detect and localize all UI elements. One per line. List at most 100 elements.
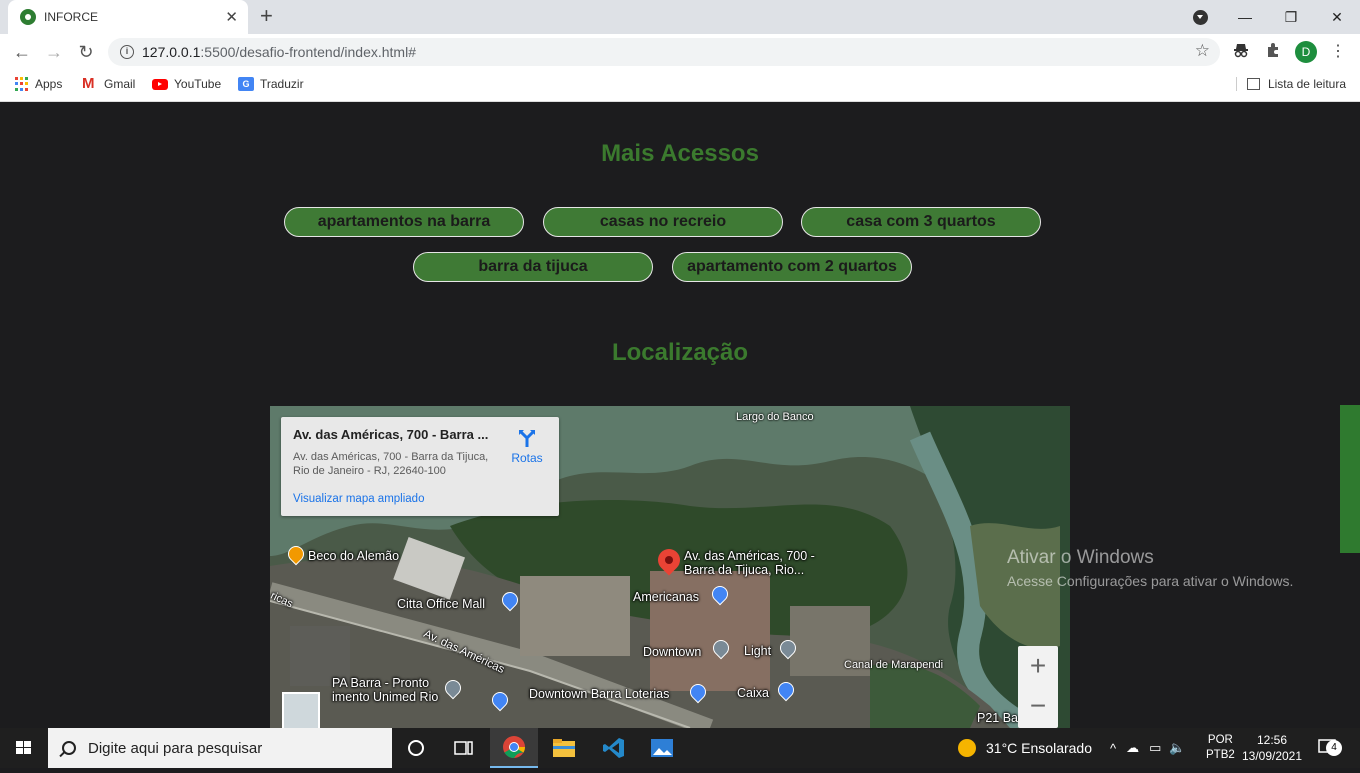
map-info-card: Av. das Américas, 700 - Barra ... Av. da… [281,417,559,516]
street-view-pegman-icon[interactable] [282,692,320,728]
browser-tab[interactable]: INFORCE ✕ [8,0,248,34]
site-info-icon[interactable]: i [120,45,134,59]
reading-list-label: Lista de leitura [1267,77,1346,91]
weather-text: 31°C Ensolarado [986,740,1092,756]
bookmark-star-icon[interactable]: ☆ [1195,41,1210,61]
tab-title: INFORCE [44,10,98,24]
embedded-map[interactable]: Av. das Américas, 700 - Barra ... Av. da… [270,406,1070,728]
new-tab-button[interactable]: + [260,4,273,28]
map-label-marker: Av. das Américas, 700 - Barra da Tijuca,… [684,549,815,577]
back-arrow-icon[interactable]: ← [10,40,34,64]
reload-icon[interactable]: ↻ [74,40,98,64]
browser-toolbar: ← → ↻ i 127.0.0.1:5500/desafio-frontend/… [0,34,1360,70]
notifications-button[interactable]: 4 [1318,728,1342,768]
map-label-citta: Citta Office Mall [397,597,485,611]
restore-icon[interactable]: ❐ [1268,9,1314,26]
weather-widget[interactable]: 31°C Ensolarado [958,728,1092,768]
volume-icon[interactable]: 🔈 [1169,740,1185,756]
tray-icons: ^ ☁ ▭ 🔈 [1110,728,1186,768]
windows-taskbar: Digite aqui para pesquisar 31°C Ensolara… [0,728,1360,768]
extensions-puzzle-icon[interactable] [1263,42,1283,62]
watermark-line2: Acesse Configurações para ativar o Windo… [1007,573,1294,589]
map-label-loterias: Downtown Barra Loterias [529,687,670,701]
vscode-icon[interactable] [590,728,638,768]
lang-line2: PTB2 [1206,749,1235,761]
bookmarks-bar: Apps Gmail YouTube G Traduzir Lista de l… [0,70,1360,102]
youtube-icon [152,78,168,90]
apps-grid-icon [15,77,29,91]
access-title: Mais Acessos [601,140,759,167]
cloud-icon[interactable]: ☁ [1126,740,1139,756]
file-explorer-icon[interactable] [540,728,588,768]
access-link[interactable]: apartamento com 2 quartos [672,252,912,282]
map-card-title: Av. das Américas, 700 - Barra ... [293,427,489,442]
map-label-downtown: Downtown [643,645,702,659]
directions-button[interactable]: Rotas [507,427,547,465]
bookmark-label: Apps [35,77,63,91]
access-link[interactable]: casa com 3 quartos [801,207,1041,237]
close-window-icon[interactable]: ✕ [1314,9,1360,26]
bookmark-label: YouTube [174,77,222,91]
cortana-icon[interactable] [392,728,440,768]
bookmark-label: Gmail [104,77,136,91]
bookmark-youtube[interactable]: YouTube [152,77,221,91]
map-label-americanas: Americanas [633,590,699,604]
lang-line1: POR [1207,734,1233,746]
chevron-up-icon[interactable]: ^ [1110,741,1116,756]
activation-watermark: Ativar o Windows Acesse Configurações pa… [1007,547,1293,589]
search-icon [62,741,76,755]
clock-date: 13/09/2021 [1241,749,1303,763]
map-label-largo: Largo do Banco [736,411,814,423]
chrome-taskbar-icon[interactable] [490,728,538,768]
map-label-caixa: Caixa [737,686,769,700]
bookmark-label: Traduzir [260,77,304,91]
reading-list-icon [1246,78,1260,90]
bookmark-apps[interactable]: Apps [15,77,62,91]
watermark-line1: Ativar o Windows [1007,547,1154,568]
access-link[interactable]: barra da tijuca [413,252,653,282]
network-icon[interactable]: ▭ [1149,740,1161,756]
address-bar[interactable]: i 127.0.0.1:5500/desafio-frontend/index.… [108,38,1220,66]
site-favicon-icon [20,9,36,25]
map-label-unimed: imento Unimed Rio [332,690,439,704]
taskbar-search-box[interactable]: Digite aqui para pesquisar [48,728,392,768]
minimize-icon[interactable]: — [1222,9,1268,25]
search-placeholder: Digite aqui para pesquisar [88,739,263,757]
map-label-pa: PA Barra - Pronto [332,676,430,690]
task-view-icon[interactable] [440,728,488,768]
url-host: 127.0.0.1 [142,44,201,60]
map-label-p21: P21 Ba [977,711,1019,725]
zoom-in-button[interactable]: + [1018,646,1058,686]
close-tab-icon[interactable]: ✕ [225,8,238,26]
forward-arrow-icon[interactable]: → [42,40,66,64]
url-path: :5500/desafio-frontend/index.html# [200,44,416,60]
photos-icon[interactable] [638,728,686,768]
zoom-out-button[interactable]: − [1018,686,1058,726]
tab-search-icon[interactable] [1193,10,1208,25]
language-indicator[interactable]: POR PTB2 [1206,728,1235,768]
map-zoom-control: + − [1018,646,1058,728]
side-green-tab[interactable] [1340,405,1360,553]
view-larger-map-link[interactable]: Visualizar mapa ampliado [293,493,424,505]
windows-start-icon[interactable] [0,728,48,768]
browser-tab-bar: INFORCE ✕ + — ❐ ✕ [0,0,1360,34]
map-label-light: Light [744,644,772,658]
profile-avatar[interactable]: D [1295,41,1317,63]
bookmark-traduzir[interactable]: G Traduzir [238,77,304,91]
translate-icon: G [238,77,254,91]
location-title: Localização [611,339,749,366]
menu-kebab-icon[interactable]: ⋮ [1330,40,1346,64]
reading-list-button[interactable]: Lista de leitura [1235,77,1346,91]
directions-icon [518,429,536,447]
sun-icon [958,739,976,757]
access-link[interactable]: casas no recreio [543,207,783,237]
access-link[interactable]: apartamentos na barra [284,207,524,237]
notification-count: 4 [1326,740,1342,756]
bookmark-gmail[interactable]: Gmail [82,75,136,92]
incognito-extension-icon[interactable] [1231,42,1251,62]
gmail-icon [82,75,98,92]
directions-label: Rotas [511,451,543,465]
clock[interactable]: 12:56 13/09/2021 [1242,728,1302,768]
map-card-address: Av. das Américas, 700 - Barra da Tijuca,… [293,451,489,477]
map-label-beco: Beco do Alemão [308,549,400,563]
